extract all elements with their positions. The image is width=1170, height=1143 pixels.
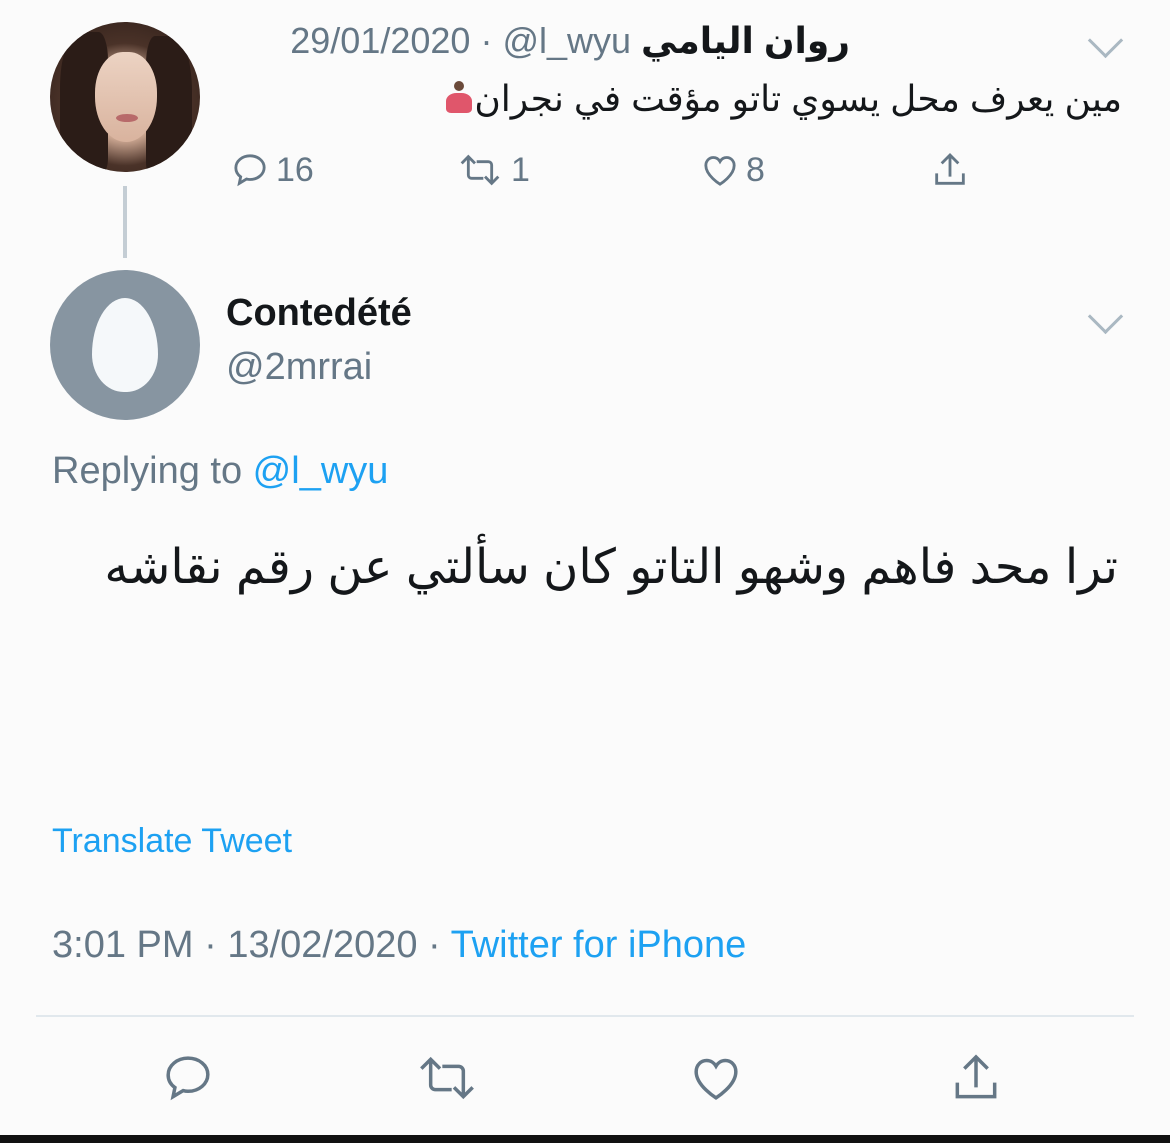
parent-tweet-text: مين يعرف محل يسوي تاتو مؤقت في نجران bbox=[436, 78, 1122, 120]
divider bbox=[36, 1015, 1134, 1017]
parent-like-button[interactable]: 8 bbox=[700, 150, 765, 190]
reply-tweet-text: ترا محد فاهم وشهو التاتو كان سألتي عن رق… bbox=[104, 541, 1118, 594]
separator: · bbox=[193, 924, 228, 966]
parent-share-button[interactable] bbox=[930, 150, 970, 190]
share-button[interactable] bbox=[948, 1050, 1004, 1106]
default-egg-icon bbox=[92, 298, 158, 392]
replying-to-label: Replying to bbox=[52, 450, 253, 492]
parent-action-bar: 16 1 8 bbox=[230, 150, 1010, 200]
reply-action-bar bbox=[0, 1050, 1170, 1120]
reply-button[interactable] bbox=[160, 1050, 216, 1106]
retweet-icon bbox=[420, 1056, 474, 1100]
lotus-person-emoji-icon bbox=[444, 81, 474, 115]
heart-icon bbox=[694, 1058, 738, 1100]
parent-reply-button[interactable]: 16 bbox=[230, 150, 314, 190]
tweet-timestamp: 3:01 PM · 13/02/2020 · Twitter for iPhon… bbox=[52, 924, 746, 967]
reply-avatar[interactable] bbox=[50, 270, 200, 420]
separator: · bbox=[417, 924, 451, 966]
heart-icon bbox=[704, 156, 736, 186]
separator: · bbox=[470, 20, 503, 61]
parent-handle[interactable]: @l_wyu bbox=[502, 20, 631, 61]
tweet-time: 3:01 PM bbox=[52, 924, 194, 966]
reply-handle[interactable]: @2mrrai bbox=[226, 346, 372, 389]
translate-tweet-link[interactable]: Translate Tweet bbox=[52, 822, 292, 861]
share-icon bbox=[955, 1054, 997, 1099]
avatar-lips bbox=[116, 114, 138, 122]
more-chevron-down-icon[interactable] bbox=[1087, 298, 1124, 335]
reply-icon bbox=[234, 154, 266, 187]
reply-count: 16 bbox=[276, 150, 314, 189]
replying-to: Replying to @l_wyu bbox=[52, 450, 388, 493]
parent-date[interactable]: 29/01/2020 bbox=[290, 20, 470, 61]
avatar-face bbox=[95, 52, 157, 142]
parent-header: 29/01/2020 · @l_wyu روان اليامي bbox=[290, 20, 850, 62]
reply-name[interactable]: Contedété bbox=[226, 292, 412, 335]
reply-icon bbox=[166, 1056, 210, 1101]
like-count: 8 bbox=[746, 150, 765, 189]
more-chevron-down-icon[interactable] bbox=[1087, 22, 1124, 59]
tweet-date: 13/02/2020 bbox=[227, 924, 418, 966]
tweet-screen: 29/01/2020 · @l_wyu روان اليامي مين يعرف… bbox=[0, 0, 1170, 1143]
tweet-source-link[interactable]: Twitter for iPhone bbox=[451, 924, 747, 966]
like-button[interactable] bbox=[688, 1050, 744, 1106]
thread-line bbox=[123, 186, 127, 258]
replying-to-mention[interactable]: @l_wyu bbox=[253, 450, 389, 492]
parent-avatar[interactable] bbox=[50, 22, 200, 172]
retweet-button[interactable] bbox=[412, 1050, 482, 1106]
retweet-count: 1 bbox=[511, 150, 530, 189]
parent-text-body: مين يعرف محل يسوي تاتو مؤقت في نجران bbox=[474, 78, 1122, 119]
retweet-icon bbox=[460, 154, 500, 186]
screen-border bbox=[0, 1135, 1170, 1143]
parent-name[interactable]: روان اليامي bbox=[641, 20, 850, 61]
share-icon bbox=[935, 152, 965, 185]
parent-retweet-button[interactable]: 1 bbox=[455, 150, 530, 190]
